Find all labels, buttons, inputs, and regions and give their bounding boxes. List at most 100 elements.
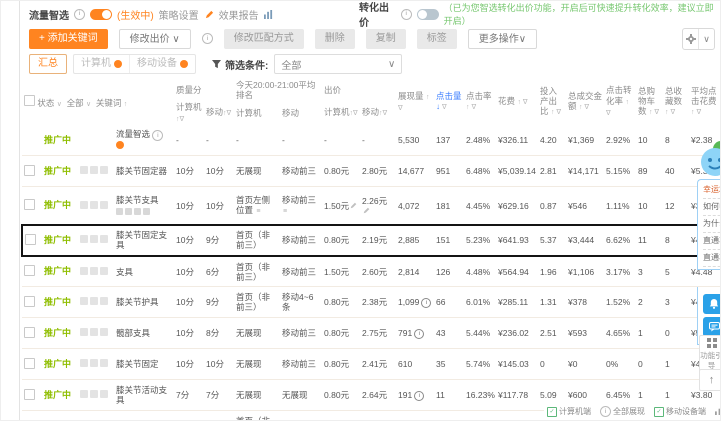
tag-icon[interactable] [80,166,88,175]
cell-keyword[interactable]: 膝关节固定支具 [114,223,175,257]
cell-bid-mobile[interactable]: 2.38元 [360,286,397,319]
cell-bid-mobile[interactable]: 2.75元 [360,317,397,350]
tag-icon[interactable] [100,166,108,175]
faq-link[interactable]: 如何申请图片功能 [703,199,720,216]
header-fav[interactable]: 总收藏数 ↑ ∇ [663,79,689,125]
cell-bid-mobile[interactable]: 2.80元 [360,155,397,188]
subheader-bid-pc[interactable]: 计算机↑∇ [322,101,360,125]
cell-keyword[interactable]: 膝关节支具 [114,186,175,226]
row-checkbox[interactable] [24,164,35,176]
faq-link[interactable]: 幸运20-1 [703,182,720,199]
header-clicks[interactable]: 点击量 ↓ ∇ [434,79,464,125]
cell-bid-pc[interactable]: - [322,124,361,157]
edit-bid-icon[interactable] [363,207,370,214]
faq-link[interactable]: 直通车推广计划? [703,250,720,267]
tag-button[interactable]: 标签 [416,28,457,49]
notification-bell-button[interactable] [703,294,720,314]
info-icon[interactable]: i [201,33,213,44]
tag-icon[interactable] [80,328,88,337]
tag-icon[interactable] [80,390,88,399]
cell-keyword[interactable]: 髋部支具 [114,317,175,350]
row-checkbox[interactable] [25,233,36,245]
info-icon[interactable]: i [400,8,412,20]
tag-icon[interactable] [80,297,88,306]
cell-bid-pc[interactable]: 0.80元 [322,155,361,188]
conversion-bid-toggle[interactable] [416,8,439,20]
header-cvr[interactable]: 点击转化率 ↑ ∇ [604,79,636,125]
tag-icon[interactable] [90,328,98,337]
chart-icon[interactable] [125,207,132,215]
cell-keyword[interactable]: 膝关节固定 [114,348,175,381]
tag-icon[interactable] [90,235,98,244]
cell-bid-pc[interactable]: 0.80元 [322,286,361,319]
cell-bid-pc[interactable]: 0.80元 [322,410,361,420]
header-cpc[interactable]: 平均点击花费 ↑ ∇ [689,79,720,125]
more-actions-dropdown[interactable]: 更多操作∨ [467,28,538,49]
cell-bid-mobile[interactable]: 2.19元 [360,223,397,257]
tab-mobile[interactable]: 移动设备 [129,55,195,73]
flow-select-toggle[interactable] [90,8,112,20]
impressions-info-icon[interactable]: i [414,328,425,339]
rank-list-icon[interactable]: ≡ [256,208,260,215]
info-icon[interactable]: i [74,8,85,20]
tag-icon[interactable] [80,266,88,275]
row-checkbox[interactable] [24,357,35,369]
remove-icon[interactable] [143,207,150,215]
row-checkbox[interactable] [24,388,35,400]
delete-button[interactable]: 删除 [314,28,355,49]
tag-icon[interactable] [90,266,98,275]
tag-icon[interactable] [90,200,98,209]
header-roi[interactable]: 投入产出比 ↑ ∇ [538,79,566,125]
subheader-quality-mobile[interactable]: 移动↑∇ [204,101,234,125]
cell-keyword[interactable]: 膝关节活动支具 [114,379,175,412]
add-icon[interactable] [116,207,123,215]
legend-computer[interactable]: ✓ 计算机端 [547,406,591,417]
strategy-settings-link[interactable]: 策略设置 [159,7,199,22]
tag-icon[interactable] [100,390,108,399]
header-cost[interactable]: 花费 ↑ ∇ [496,79,538,125]
cell-bid-mobile[interactable]: 2.26元 [360,410,397,420]
tab-computer[interactable]: 计算机 [74,55,129,73]
header-cart[interactable]: 总购物车数 ↑ ∇ [636,79,663,125]
cell-bid-mobile[interactable]: 2.64元 [360,379,397,412]
row-checkbox[interactable] [24,199,35,211]
effect-report-link[interactable]: 效果报告 [219,7,259,22]
assistant-mascot-icon[interactable] [700,147,720,182]
row-checkbox[interactable] [24,295,35,307]
tag-icon[interactable] [100,200,108,209]
chat-button[interactable] [703,317,720,337]
cell-bid-pc[interactable]: 0.80元 [322,379,361,412]
cell-keyword[interactable]: 支具 [114,255,175,288]
tag-icon[interactable] [80,235,88,244]
impressions-info-icon[interactable]: i [421,297,432,308]
cell-keyword[interactable]: 膝盖支架 [114,410,175,420]
edit-bid-icon[interactable] [350,202,357,209]
cell-bid-mobile[interactable]: 2.60元 [360,255,397,288]
tag-icon[interactable] [100,297,108,306]
cell-bid-pc[interactable]: 1.50元 [322,186,361,226]
legend-all-impressions[interactable]: i 全部展现 [600,406,645,417]
faq-link[interactable]: 为什么会跳过日期 [703,216,720,233]
faq-link[interactable]: 直通车推广 [703,233,720,250]
header-keyword[interactable]: 关键词 [96,98,122,108]
tag-icon[interactable] [90,166,98,175]
header-impressions[interactable]: 展现量 ↑ ∇ [396,79,434,125]
cell-keyword[interactable]: 膝关节固定器 [114,155,175,188]
modify-bid-dropdown[interactable]: 修改出价 ∨ [118,28,191,49]
trend-chart-icon[interactable] [715,406,720,417]
feature-guide-button[interactable]: 功能引导 [699,335,720,374]
tag-icon[interactable] [100,235,108,244]
tag-icon[interactable] [80,359,88,368]
cell-bid-pc[interactable]: 0.80元 [322,317,361,350]
subheader-bid-mobile[interactable]: 移动↑∇ [360,101,396,125]
cell-keyword[interactable]: 流量智选 i [114,124,175,157]
rank-list-icon[interactable]: ≡ [283,208,287,215]
tag-icon[interactable] [100,266,108,275]
header-gmv[interactable]: 总成交金额 ↑ ∇ [566,79,604,125]
tag-icon[interactable] [100,359,108,368]
row-checkbox[interactable] [24,326,35,338]
tag-icon[interactable] [100,328,108,337]
tab-summary[interactable]: 汇总 [29,54,67,74]
cell-keyword[interactable]: 膝关节护具 [114,286,175,319]
header-status[interactable]: 状态 [37,98,54,108]
